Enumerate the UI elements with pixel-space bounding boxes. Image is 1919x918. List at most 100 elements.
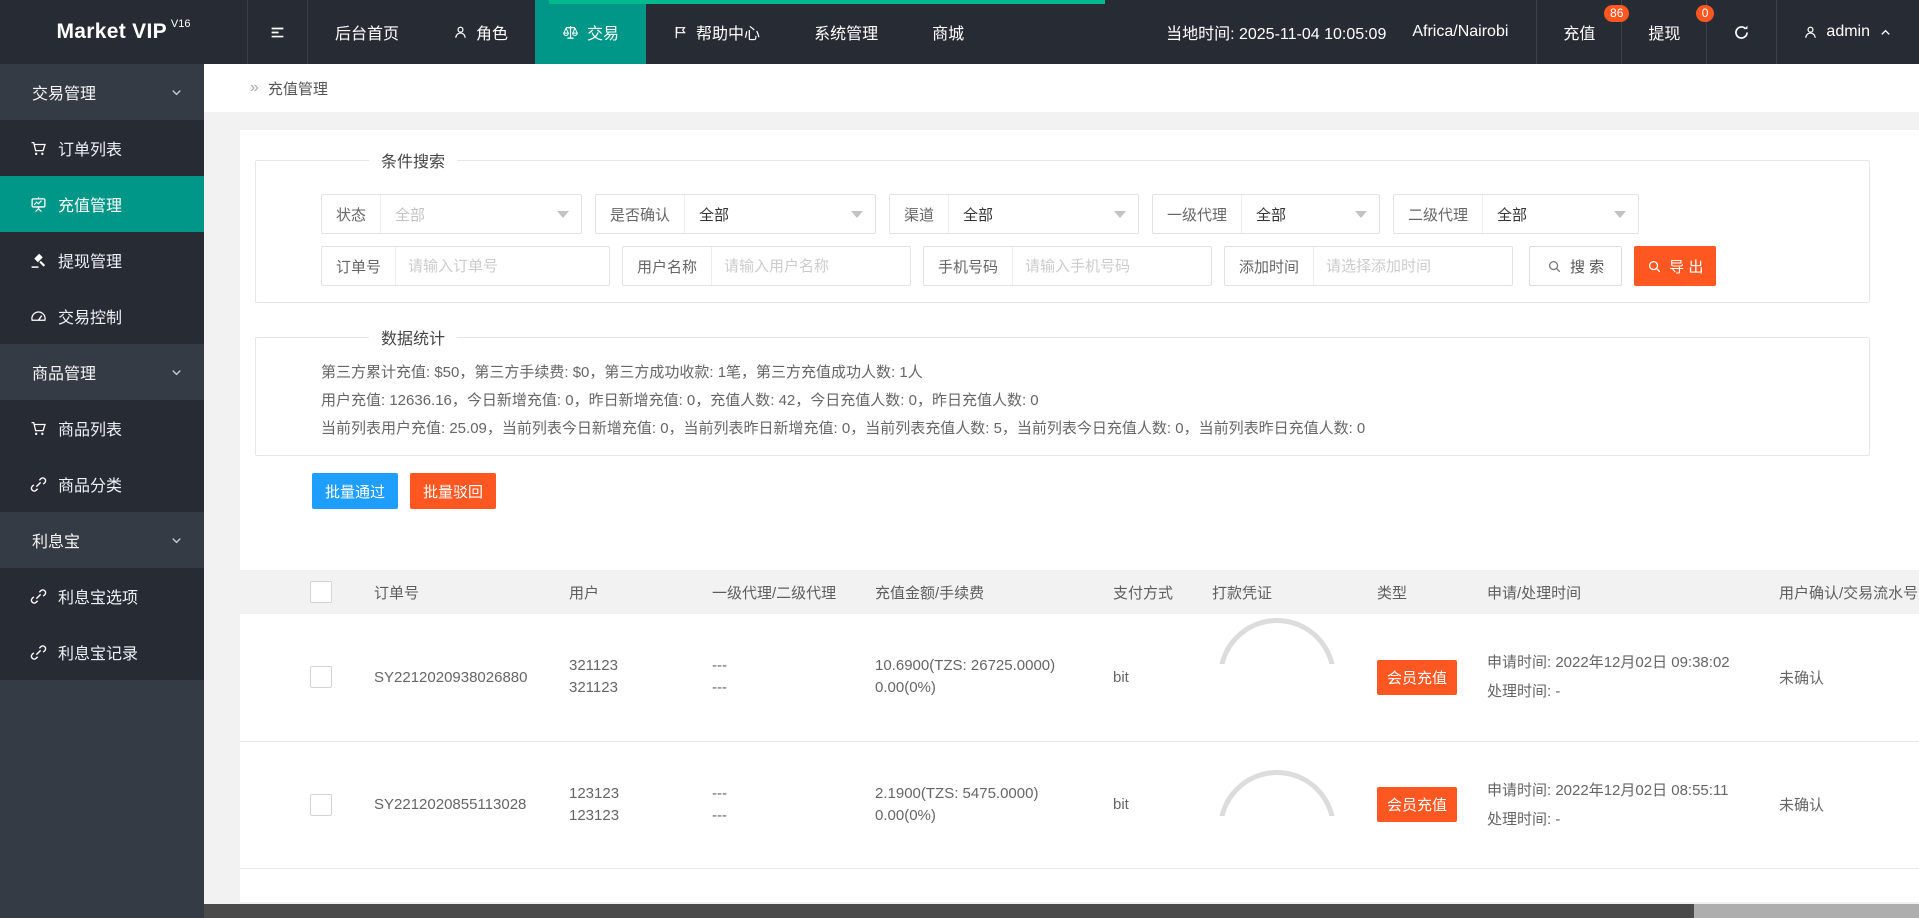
- sidebar-item-recharge-management[interactable]: 充值管理: [0, 176, 204, 232]
- agent-level1-select[interactable]: 一级代理 全部: [1152, 194, 1380, 234]
- username-input[interactable]: [712, 247, 910, 285]
- link-icon: [30, 588, 47, 604]
- loading-progress-bar: [549, 0, 1105, 4]
- nav-item-dashboard[interactable]: 后台首页: [308, 0, 426, 64]
- agent-level2-select[interactable]: 二级代理 全部: [1393, 194, 1639, 234]
- search-icon: [1548, 260, 1561, 272]
- time-cell: 申请时间: 2022年12月02日 09:38:02 处理时间: -: [1487, 654, 1730, 701]
- agent-cell: --- ---: [712, 784, 727, 824]
- sidebar-item-interest-records[interactable]: 利息宝记录: [0, 624, 204, 680]
- nav-item-mall[interactable]: 商城: [905, 0, 991, 64]
- col-time: 申请/处理时间: [1487, 584, 1582, 602]
- time-cell: 申请时间: 2022年12月02日 08:55:11 处理时间: -: [1487, 781, 1729, 828]
- phone-field-group: 手机号码: [923, 246, 1212, 286]
- username-field-group: 用户名称: [622, 246, 911, 286]
- sidebar-item-goods-category[interactable]: 商品分类: [0, 456, 204, 512]
- sidebar-item-trade-control[interactable]: 交易控制: [0, 288, 204, 344]
- bulk-reject-button[interactable]: 批量驳回: [410, 473, 497, 509]
- confirm-status: 未确认: [1779, 797, 1825, 814]
- user-cell: 123123 123123: [569, 784, 620, 824]
- horizontal-scrollbar[interactable]: [204, 904, 1919, 918]
- nav-item-trade[interactable]: 交易: [535, 0, 647, 64]
- stats-line-current-list: 当前列表用户充值: 25.09，当前列表今日新增充值: 0，当前列表昨日新增充值…: [321, 420, 1366, 437]
- chevron-down-icon: [172, 369, 181, 375]
- brand-version: V16: [170, 18, 191, 30]
- recharge-count-badge: 86: [1604, 5, 1630, 22]
- order-no-input[interactable]: [396, 247, 609, 285]
- sidebar-toggle-button[interactable]: [248, 0, 308, 64]
- recharge-notice-button[interactable]: 充值 86: [1536, 0, 1630, 64]
- phone-input[interactable]: [1013, 247, 1211, 285]
- status-select[interactable]: 状态 全部: [321, 194, 582, 234]
- refresh-button[interactable]: [1706, 0, 1776, 64]
- bulk-approve-button[interactable]: 批量通过: [312, 473, 399, 509]
- cart-icon: [31, 141, 46, 155]
- voucher-cell: [1212, 614, 1377, 741]
- local-time-text: 当地时间: 2025-11-04 10:05:09: [1166, 26, 1387, 43]
- add-time-input[interactable]: [1314, 247, 1512, 285]
- stats-line-user: 用户充值: 12636.16，今日新增充值: 0，昨日新增充值: 0，充值人数:…: [321, 392, 1039, 409]
- amount-cell: 2.1900(TZS: 5475.0000) 0.00(0%): [875, 784, 1039, 824]
- search-icon: [1649, 260, 1661, 272]
- nav-item-system[interactable]: 系统管理: [787, 0, 905, 64]
- col-voucher: 打款凭证: [1212, 584, 1273, 602]
- type-cell: 会员充值: [1377, 741, 1487, 868]
- search-button[interactable]: 搜 索: [1529, 246, 1623, 286]
- select-caret-icon: [1114, 210, 1126, 218]
- row-checkbox[interactable]: [310, 666, 332, 689]
- confirm-status: 未确认: [1779, 669, 1825, 687]
- type-badge: 会员充值: [1377, 787, 1458, 822]
- col-type: 类型: [1377, 584, 1408, 602]
- link-icon: [30, 644, 47, 660]
- sidebar-group-interest[interactable]: 利息宝: [0, 512, 204, 568]
- recharge-table: 订单号 用户 一级代理/二级代理 充值金额/手续费 支付方式 打款凭证 类型 申…: [240, 570, 1919, 869]
- content-card: 条件搜索 状态 全部 是否确认 全部 渠道 全部 一级代理 全部 二级代理 全部…: [240, 130, 1919, 902]
- type-cell: 会员充值: [1377, 614, 1487, 741]
- sidebar-item-interest-options[interactable]: 利息宝选项: [0, 568, 204, 624]
- select-caret-icon: [557, 210, 569, 218]
- col-amount: 充值金额/手续费: [875, 584, 985, 602]
- main-content: » 充值管理 条件搜索 状态 全部 是否确认 全部 渠道 全部 一级代理 全部 …: [204, 64, 1919, 918]
- sidebar-group-trade[interactable]: 交易管理: [0, 64, 204, 120]
- confirm-select[interactable]: 是否确认 全部: [595, 194, 876, 234]
- nav-item-help-center[interactable]: 帮助中心: [646, 0, 787, 64]
- select-filter-row: 状态 全部 是否确认 全部 渠道 全部 一级代理 全部 二级代理 全部: [321, 194, 1849, 234]
- sidebar-group-goods[interactable]: 商品管理: [0, 344, 204, 400]
- amount-cell: 10.6900(TZS: 26725.0000) 0.00(0%): [875, 657, 1056, 697]
- brand-title: Market VIP: [56, 20, 167, 43]
- topbar: Market VIP V16 后台首页 角色 交易 帮助中心 系统管理 商城 当…: [0, 0, 1919, 64]
- nav-item-roles[interactable]: 角色: [426, 0, 535, 64]
- export-button[interactable]: 导 出: [1634, 246, 1717, 286]
- col-pay-method: 支付方式: [1113, 584, 1174, 602]
- sidebar-item-goods-list[interactable]: 商品列表: [0, 400, 204, 456]
- chevron-up-icon: [1881, 29, 1890, 35]
- table-row: SY2212020938026880 321123 321123 --- --- 1…: [240, 614, 1919, 741]
- type-badge: 会员充值: [1377, 659, 1458, 695]
- flag-icon: [675, 26, 686, 38]
- chevron-down-icon: [172, 537, 181, 543]
- select-all-checkbox[interactable]: [310, 581, 332, 603]
- stats-line-thirdparty: 第三方累计充值: $50，第三方手续费: $0，第三方成功收款: 1笔，第三方充…: [321, 364, 923, 381]
- stats-fieldset: 数据统计 第三方累计充值: $50，第三方手续费: $0，第三方成功收款: 1笔…: [255, 325, 1870, 456]
- bulk-actions: 批量通过 批量驳回: [312, 473, 1919, 509]
- topbar-right: 当地时间: 2025-11-04 10:05:09 Africa/Nairobi…: [1166, 0, 1919, 64]
- brand-logo: Market VIP V16: [0, 0, 248, 64]
- order-no-field-group: 订单号: [321, 246, 610, 286]
- timezone-text: Africa/Nairobi: [1412, 23, 1509, 40]
- user-menu[interactable]: admin: [1776, 0, 1919, 64]
- horizontal-scrollbar-thumb[interactable]: [204, 904, 1694, 918]
- col-user: 用户: [569, 584, 600, 602]
- scale-icon: [563, 25, 578, 39]
- stats-legend: 数据统计: [381, 331, 446, 348]
- col-order-no: 订单号: [374, 584, 420, 602]
- breadcrumb: » 充值管理: [204, 64, 1919, 112]
- row-checkbox[interactable]: [310, 793, 332, 816]
- sidebar-item-withdraw-management[interactable]: 提现管理: [0, 232, 204, 288]
- search-fieldset: 条件搜索 状态 全部 是否确认 全部 渠道 全部 一级代理 全部 二级代理 全部…: [255, 148, 1870, 303]
- user-icon: [1805, 26, 1817, 38]
- pay-method: bit: [1113, 796, 1129, 813]
- sidebar-item-order-list[interactable]: 订单列表: [0, 120, 204, 176]
- withdraw-notice-button[interactable]: 提现 0: [1621, 0, 1715, 64]
- gavel-icon: [31, 253, 46, 268]
- channel-select[interactable]: 渠道 全部: [889, 194, 1139, 234]
